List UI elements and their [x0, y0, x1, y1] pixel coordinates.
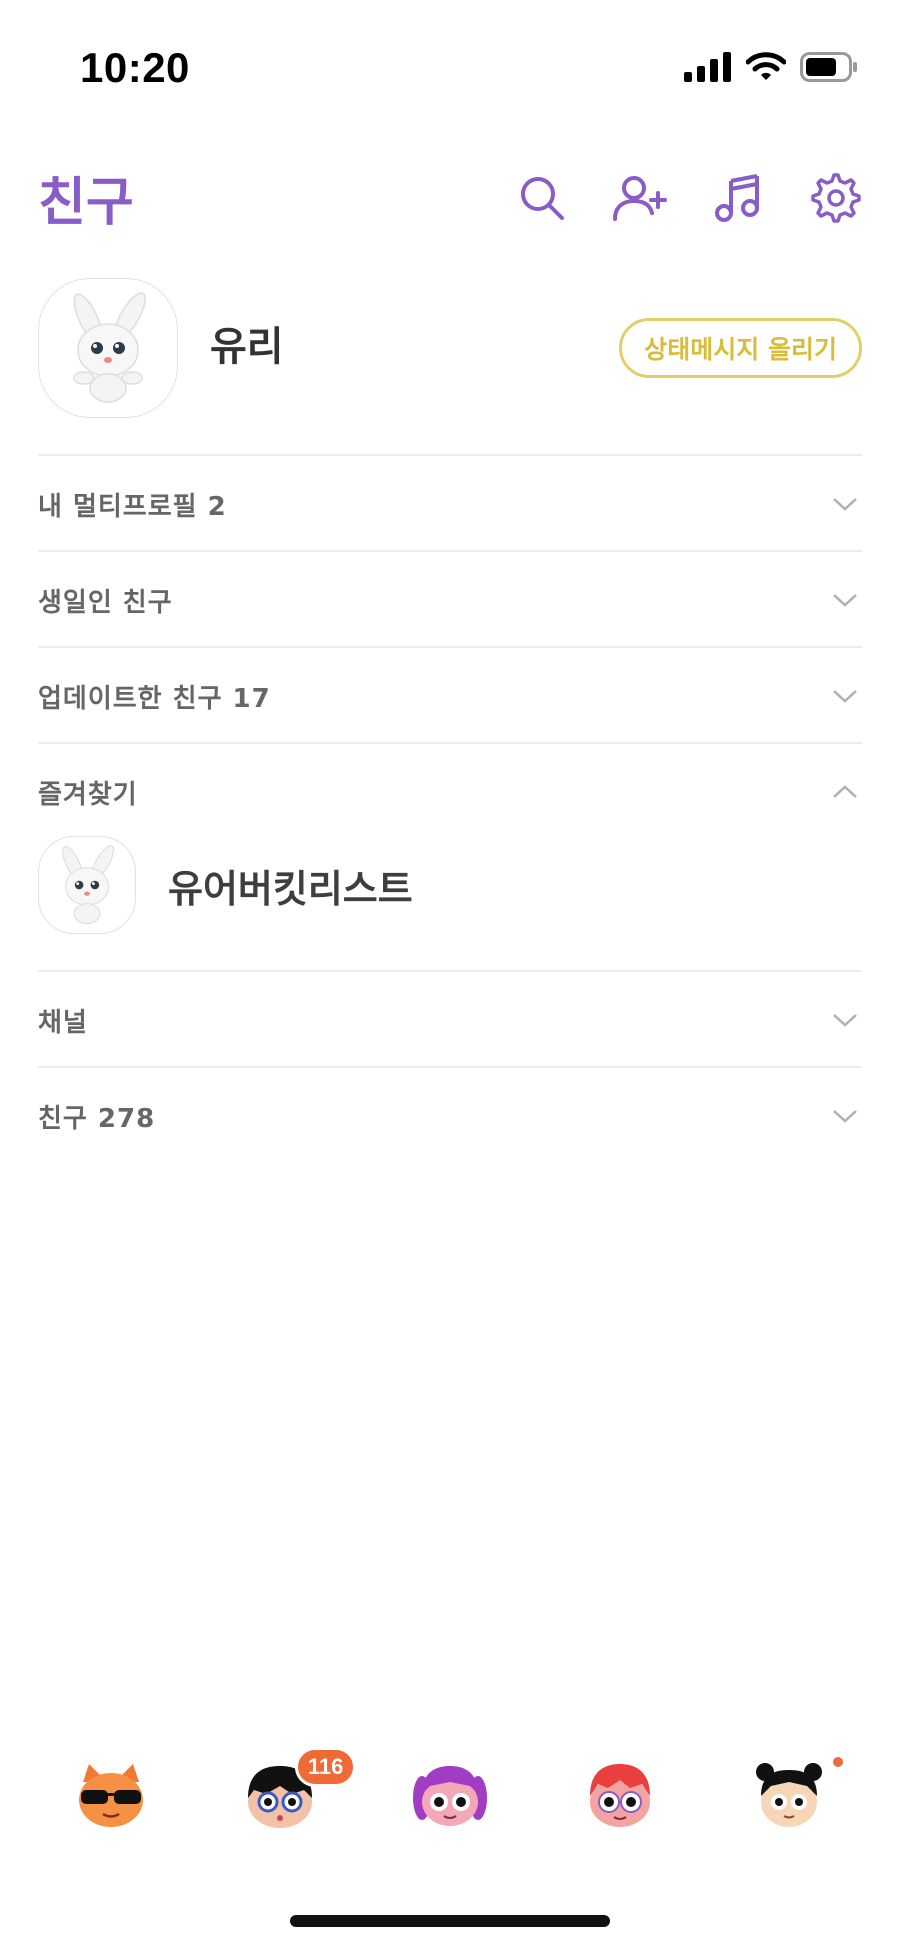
avatar[interactable]: [38, 278, 178, 418]
chevron-down-icon: [830, 585, 860, 615]
music-button[interactable]: [706, 166, 770, 230]
shopping-tab-icon: [589, 1764, 650, 1827]
chevron-up-icon: [830, 777, 860, 807]
openchat-tab-icon: [412, 1766, 487, 1826]
profile-name: 유리: [210, 324, 284, 370]
section-birthday-friends[interactable]: 생일인 친구: [38, 552, 862, 648]
chevron-down-icon: [830, 681, 860, 711]
section-label: 업데이트한 친구 17: [38, 683, 271, 714]
chevron-down-icon: [830, 1101, 860, 1131]
tab-more[interactable]: [747, 1753, 844, 1837]
favorite-friend-item[interactable]: 유어버킷리스트: [38, 836, 862, 936]
section-label: 친구 278: [38, 1103, 156, 1134]
search-icon: [521, 177, 564, 220]
header: 친구: [0, 150, 900, 240]
battery-icon: [800, 52, 857, 82]
music-note-icon: [715, 174, 759, 222]
bunny-avatar-icon: [62, 845, 115, 925]
unread-count-badge: 116: [294, 1747, 357, 1787]
chevron-down-icon: [830, 489, 860, 519]
status-time: 10:20: [80, 44, 190, 91]
status-icons: [684, 52, 858, 82]
home-indicator[interactable]: [290, 1915, 610, 1927]
tab-shopping[interactable]: [578, 1753, 662, 1837]
section-multi-profile[interactable]: 내 멀티프로필 2: [38, 456, 862, 552]
settings-button[interactable]: [804, 166, 868, 230]
chevron-down-icon: [830, 1005, 860, 1035]
avatar[interactable]: [38, 836, 136, 934]
status-bar: 10:20: [0, 0, 900, 140]
bunny-avatar-icon: [73, 292, 146, 403]
section-label: 즐겨찾기: [38, 779, 138, 810]
friends-tab-icon: [78, 1764, 143, 1827]
search-button[interactable]: [510, 166, 574, 230]
section-channels[interactable]: 채널: [38, 972, 862, 1068]
cellular-signal-icon: [684, 52, 731, 82]
tab-openchat[interactable]: [408, 1753, 492, 1837]
gear-icon: [811, 173, 861, 223]
section-friends[interactable]: 친구 278: [38, 1068, 862, 1164]
section-label: 내 멀티프로필 2: [38, 491, 227, 522]
section-label: 채널: [38, 1007, 88, 1038]
section-updated-friends[interactable]: 업데이트한 친구 17: [38, 648, 862, 744]
post-status-message-button[interactable]: 상태메시지 올리기: [619, 318, 862, 378]
add-friend-icon: [613, 176, 667, 221]
new-indicator-dot: [833, 1757, 844, 1767]
page-title: 친구: [38, 173, 134, 233]
wifi-icon: [746, 52, 786, 80]
tab-friends[interactable]: [69, 1753, 153, 1837]
section-label: 생일인 친구: [38, 587, 173, 618]
friend-name: 유어버킷리스트: [168, 867, 413, 911]
add-friend-button[interactable]: [608, 166, 672, 230]
section-favorites[interactable]: 즐겨찾기: [38, 744, 862, 840]
my-profile[interactable]: 유리 상태메시지 올리기: [38, 278, 862, 420]
header-actions: [510, 166, 868, 230]
bottom-tab-bar: 116: [0, 1740, 900, 1850]
more-tab-icon: [756, 1763, 823, 1827]
tab-chats[interactable]: 116: [238, 1747, 357, 1837]
